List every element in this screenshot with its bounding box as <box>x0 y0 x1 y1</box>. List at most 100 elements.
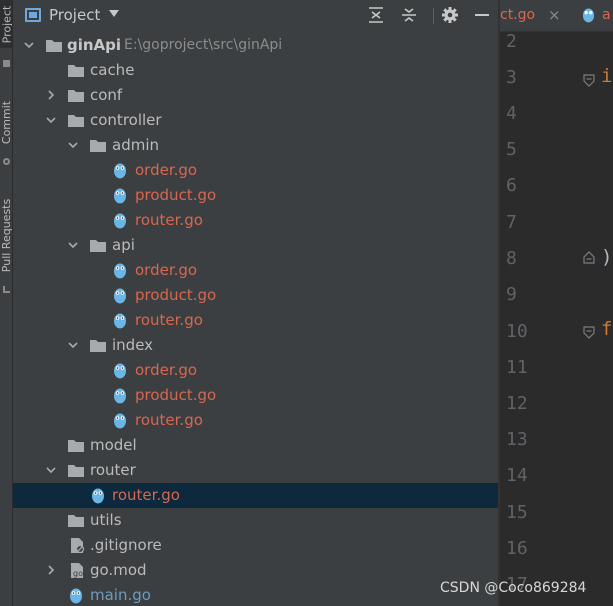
project-view-title[interactable]: Project <box>49 6 100 24</box>
tree-item-label: product.go <box>135 186 217 204</box>
code-fragment: f <box>601 318 613 340</box>
tree-item-admin[interactable]: admin <box>13 133 498 158</box>
go-mod-file-icon: go <box>69 562 87 579</box>
folder-icon <box>67 62 85 79</box>
tree-item-router[interactable]: router <box>13 458 498 483</box>
tree-item-gitignore[interactable]: .gitignore <box>13 533 498 558</box>
line-number: 4 <box>506 103 517 124</box>
chevron-down-icon[interactable] <box>45 114 57 126</box>
folder-icon <box>89 137 107 154</box>
go-gopher-icon <box>582 7 595 23</box>
tree-item-label: cache <box>90 61 135 79</box>
tree-item-file[interactable]: order.go <box>13 358 498 383</box>
tree-item-main-go[interactable]: main.go <box>13 583 498 606</box>
tree-item-index[interactable]: index <box>13 333 498 358</box>
folder-icon <box>67 437 85 454</box>
folder-icon <box>89 337 107 354</box>
tree-item-file-selected[interactable]: router.go <box>13 483 498 508</box>
chevron-right-icon[interactable] <box>45 89 57 101</box>
svg-text:go: go <box>73 569 83 578</box>
chevron-down-icon[interactable] <box>23 39 35 51</box>
tree-item-label: main.go <box>90 586 151 604</box>
tree-item-label: model <box>90 436 137 454</box>
editor-tab-next[interactable]: a <box>602 7 611 23</box>
tree-item-utils[interactable]: utils <box>13 508 498 533</box>
tree-item-conf[interactable]: conf <box>13 83 498 108</box>
line-number: 11 <box>506 357 528 378</box>
line-number: 15 <box>506 502 528 523</box>
tree-item-file[interactable]: product.go <box>13 283 498 308</box>
tool-tab-commit-label: Commit <box>0 100 13 144</box>
tree-item-label: order.go <box>135 261 198 279</box>
go-gopher-icon <box>113 412 131 429</box>
fold-marker-icon[interactable] <box>582 324 596 339</box>
editor-tab-product-go[interactable]: ct.go <box>500 7 535 23</box>
tree-item-file[interactable]: order.go <box>13 158 498 183</box>
tree-item-label: router.go <box>135 211 203 229</box>
expand-all-button[interactable] <box>399 6 419 26</box>
tree-item-label: product.go <box>135 386 217 404</box>
ignored-file-icon <box>69 537 87 554</box>
tree-item-file[interactable]: router.go <box>13 408 498 433</box>
tool-tab-pull-requests[interactable]: Pull Requests <box>0 190 12 280</box>
editor-area: ct.go × a 2 3 4 5 6 7 8 9 10 11 12 13 14… <box>500 0 613 606</box>
collapse-all-button[interactable] <box>366 6 386 26</box>
tree-item-root[interactable]: ginApi E:\goproject\src\ginApi <box>13 33 498 58</box>
code-fragment: i <box>601 65 613 87</box>
chevron-right-icon[interactable] <box>45 564 57 576</box>
tool-tab-commit[interactable]: Commit <box>0 92 13 152</box>
go-gopher-icon <box>113 287 131 304</box>
go-gopher-icon <box>113 262 131 279</box>
tree-item-label: conf <box>90 86 123 104</box>
close-icon[interactable]: × <box>548 6 561 24</box>
folder-icon <box>67 462 85 479</box>
fold-marker-icon[interactable] <box>582 72 596 87</box>
tree-item-label: order.go <box>135 161 198 179</box>
tree-item-label: .gitignore <box>90 536 162 554</box>
tool-tab-project-label: Project <box>0 5 13 43</box>
tool-window-strip: Project Commit Pull Requests <box>0 0 13 606</box>
fold-marker-icon[interactable] <box>582 250 596 264</box>
tree-item-file[interactable]: product.go <box>13 383 498 408</box>
tree-item-cache[interactable]: cache <box>13 58 498 83</box>
line-number: 3 <box>506 67 517 88</box>
chevron-down-icon[interactable] <box>67 139 79 151</box>
tree-item-file[interactable]: router.go <box>13 308 498 333</box>
line-number: 16 <box>506 538 528 559</box>
tree-item-label: order.go <box>135 361 198 379</box>
tree-item-label: router.go <box>135 411 203 429</box>
tree-item-model[interactable]: model <box>13 433 498 458</box>
folder-icon <box>67 112 85 129</box>
line-number: 9 <box>506 284 517 305</box>
editor-tab-bar: ct.go × a <box>500 0 613 32</box>
tree-item-file[interactable]: router.go <box>13 208 498 233</box>
project-root-path: E:\goproject\src\ginApi <box>124 37 283 53</box>
project-view-icon <box>25 8 41 22</box>
tree-item-go-mod[interactable]: go go.mod <box>13 558 498 583</box>
project-panel-header: Project <box>13 0 498 32</box>
chevron-down-icon[interactable] <box>67 239 79 251</box>
chevron-down-icon[interactable] <box>67 339 79 351</box>
tool-tab-project[interactable]: Project <box>0 0 13 48</box>
tree-item-controller[interactable]: controller <box>13 108 498 133</box>
go-gopher-icon <box>113 387 131 404</box>
go-gopher-icon <box>113 212 131 229</box>
tree-item-label: admin <box>112 136 159 154</box>
tree-item-api[interactable]: api <box>13 233 498 258</box>
line-number: 10 <box>506 321 528 342</box>
tree-item-label: api <box>112 236 135 254</box>
chevron-down-icon[interactable] <box>109 10 119 17</box>
settings-button[interactable] <box>440 6 460 26</box>
project-panel: Project ginApi E:\goproject\src\ginApi c… <box>13 0 498 606</box>
line-number: 6 <box>506 175 517 196</box>
folder-icon <box>67 87 85 104</box>
tree-item-file[interactable]: product.go <box>13 183 498 208</box>
tree-item-label: product.go <box>135 286 217 304</box>
tree-item-label: utils <box>90 511 122 529</box>
hide-panel-button[interactable] <box>472 6 492 26</box>
go-gopher-icon <box>113 312 131 329</box>
line-number: 2 <box>506 31 517 52</box>
chevron-down-icon[interactable] <box>45 464 57 476</box>
tree-item-file[interactable]: order.go <box>13 258 498 283</box>
line-number: 12 <box>506 393 528 414</box>
